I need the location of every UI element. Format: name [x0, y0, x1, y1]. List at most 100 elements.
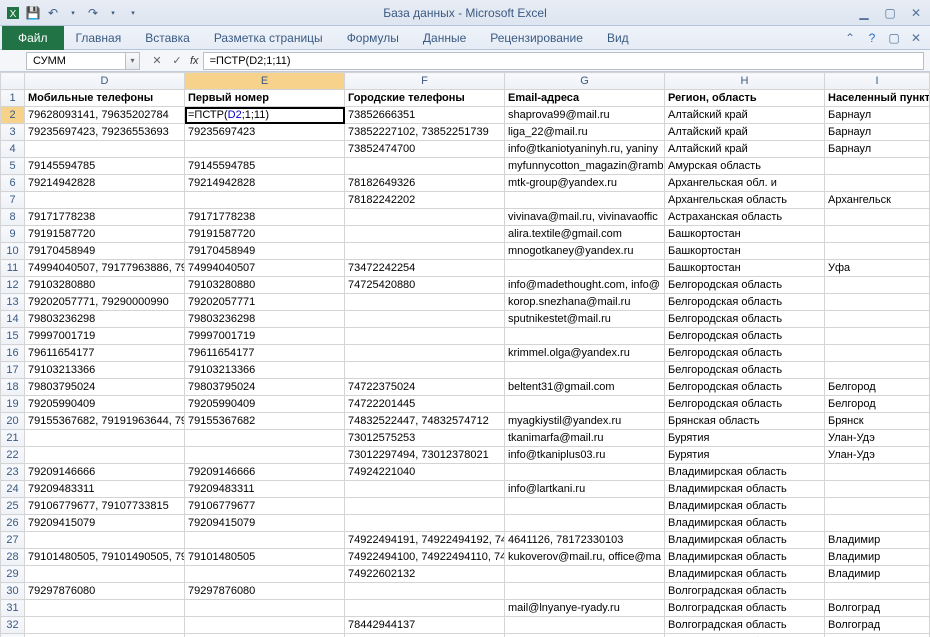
cell[interactable]	[345, 498, 505, 515]
cell[interactable]	[345, 158, 505, 175]
row-header[interactable]: 15	[1, 328, 25, 345]
maximize-button[interactable]: ▢	[882, 6, 898, 20]
cell[interactable]: 79171778238	[185, 209, 345, 226]
row-header[interactable]: 25	[1, 498, 25, 515]
cell[interactable]: korop.snezhana@mail.ru	[505, 294, 665, 311]
cell[interactable]: Волгоградская область	[665, 617, 825, 634]
cell[interactable]	[825, 311, 930, 328]
header-cell[interactable]: Email-адреса	[505, 90, 665, 107]
cell[interactable]	[345, 243, 505, 260]
cell[interactable]	[825, 362, 930, 379]
cell[interactable]	[345, 345, 505, 362]
row-header[interactable]: 27	[1, 532, 25, 549]
cell[interactable]	[345, 600, 505, 617]
cell[interactable]: 74922494191, 74922494192, 74924	[345, 532, 505, 549]
cell[interactable]: 79803795024	[25, 379, 185, 396]
cell[interactable]: Волгоградская область	[665, 583, 825, 600]
cell[interactable]: 73012297494, 73012378021	[345, 447, 505, 464]
cell[interactable]: Астраханская область	[665, 209, 825, 226]
header-cell[interactable]: Мобильные телефоны	[25, 90, 185, 107]
undo-dd-icon[interactable]: ▾	[64, 4, 82, 22]
minimize-button[interactable]: ▁	[856, 6, 872, 20]
cell[interactable]: 79235697423, 79236553693	[25, 124, 185, 141]
cell[interactable]: 74832522447, 74832574712	[345, 413, 505, 430]
cell[interactable]	[825, 158, 930, 175]
formula-input[interactable]: =ПСТР(D2;1;11)	[203, 52, 924, 70]
cell[interactable]: 73852666351	[345, 107, 505, 124]
cell[interactable]: Белгород	[825, 379, 930, 396]
cell[interactable]: 73852474700	[345, 141, 505, 158]
cell[interactable]: 79101480505	[185, 549, 345, 566]
redo-dd-icon[interactable]: ▾	[104, 4, 122, 22]
cell[interactable]	[505, 617, 665, 634]
cell[interactable]	[345, 311, 505, 328]
cell[interactable]: Белгородская область	[665, 379, 825, 396]
cell[interactable]: shaprova99@mail.ru	[505, 107, 665, 124]
row-header[interactable]: 30	[1, 583, 25, 600]
cell[interactable]: Барнаул	[825, 124, 930, 141]
cell[interactable]: Архангельская область	[665, 192, 825, 209]
row-header[interactable]: 2	[1, 107, 25, 124]
select-all-corner[interactable]	[1, 73, 25, 90]
cell[interactable]	[505, 362, 665, 379]
cell[interactable]	[505, 498, 665, 515]
cell[interactable]	[825, 464, 930, 481]
cell[interactable]: Бурятия	[665, 430, 825, 447]
cell[interactable]: 79235697423	[185, 124, 345, 141]
cell[interactable]	[825, 328, 930, 345]
cell[interactable]	[505, 260, 665, 277]
cell[interactable]: 79171778238	[25, 209, 185, 226]
tab-review[interactable]: Рецензирование	[478, 26, 595, 50]
row-header[interactable]: 17	[1, 362, 25, 379]
cell[interactable]	[185, 600, 345, 617]
cell[interactable]: 74924221040	[345, 464, 505, 481]
spreadsheet-grid[interactable]: D E F G H I 1Мобильные телефоныПервый но…	[0, 72, 930, 637]
row-header[interactable]: 1	[1, 90, 25, 107]
cell[interactable]	[25, 430, 185, 447]
cell[interactable]	[345, 583, 505, 600]
cell[interactable]: info@madethought.com, info@	[505, 277, 665, 294]
cell[interactable]	[345, 209, 505, 226]
cell[interactable]: Белгородская область	[665, 311, 825, 328]
cell[interactable]: 79297876080	[25, 583, 185, 600]
cell[interactable]: Волгоград	[825, 634, 930, 637]
row-header[interactable]: 13	[1, 294, 25, 311]
cell[interactable]: 79155367682	[185, 413, 345, 430]
cell[interactable]: 79103280880	[185, 277, 345, 294]
cell[interactable]: info@lartkani.ru	[505, 481, 665, 498]
cell[interactable]	[505, 583, 665, 600]
row-header[interactable]: 12	[1, 277, 25, 294]
row-header[interactable]: 26	[1, 515, 25, 532]
cell[interactable]: 79214942828	[185, 175, 345, 192]
cell[interactable]: 73852227102, 73852251739	[345, 124, 505, 141]
cell[interactable]	[345, 481, 505, 498]
row-header[interactable]: 11	[1, 260, 25, 277]
cell[interactable]	[345, 226, 505, 243]
cell[interactable]: 79178431501	[25, 634, 185, 637]
cell[interactable]: Владимир	[825, 549, 930, 566]
row-header[interactable]: 9	[1, 226, 25, 243]
cell[interactable]	[185, 532, 345, 549]
row-header[interactable]: 22	[1, 447, 25, 464]
cell[interactable]	[825, 515, 930, 532]
close-button[interactable]: ✕	[908, 6, 924, 20]
cell[interactable]	[505, 566, 665, 583]
cell[interactable]: beltent31@gmail.com	[505, 379, 665, 396]
save-icon[interactable]: 💾	[24, 4, 42, 22]
row-header[interactable]: 5	[1, 158, 25, 175]
cell[interactable]: Башкортостан	[665, 226, 825, 243]
cell[interactable]	[25, 447, 185, 464]
cell[interactable]	[825, 481, 930, 498]
cell[interactable]	[25, 141, 185, 158]
file-tab[interactable]: Файл	[2, 26, 64, 50]
cell[interactable]: Алтайский край	[665, 141, 825, 158]
cell[interactable]: tkanimarfa@mail.ru	[505, 430, 665, 447]
cell[interactable]: Архангельск	[825, 192, 930, 209]
cell[interactable]: Бурятия	[665, 447, 825, 464]
cell[interactable]: 74994040507, 79177963886, 7987	[25, 260, 185, 277]
name-box-dropdown[interactable]: ▾	[126, 52, 140, 70]
cell[interactable]: Уфа	[825, 260, 930, 277]
cell[interactable]: 79106779677, 79107733815	[25, 498, 185, 515]
row-header[interactable]: 10	[1, 243, 25, 260]
cell[interactable]: sputnikestet@mail.ru	[505, 311, 665, 328]
